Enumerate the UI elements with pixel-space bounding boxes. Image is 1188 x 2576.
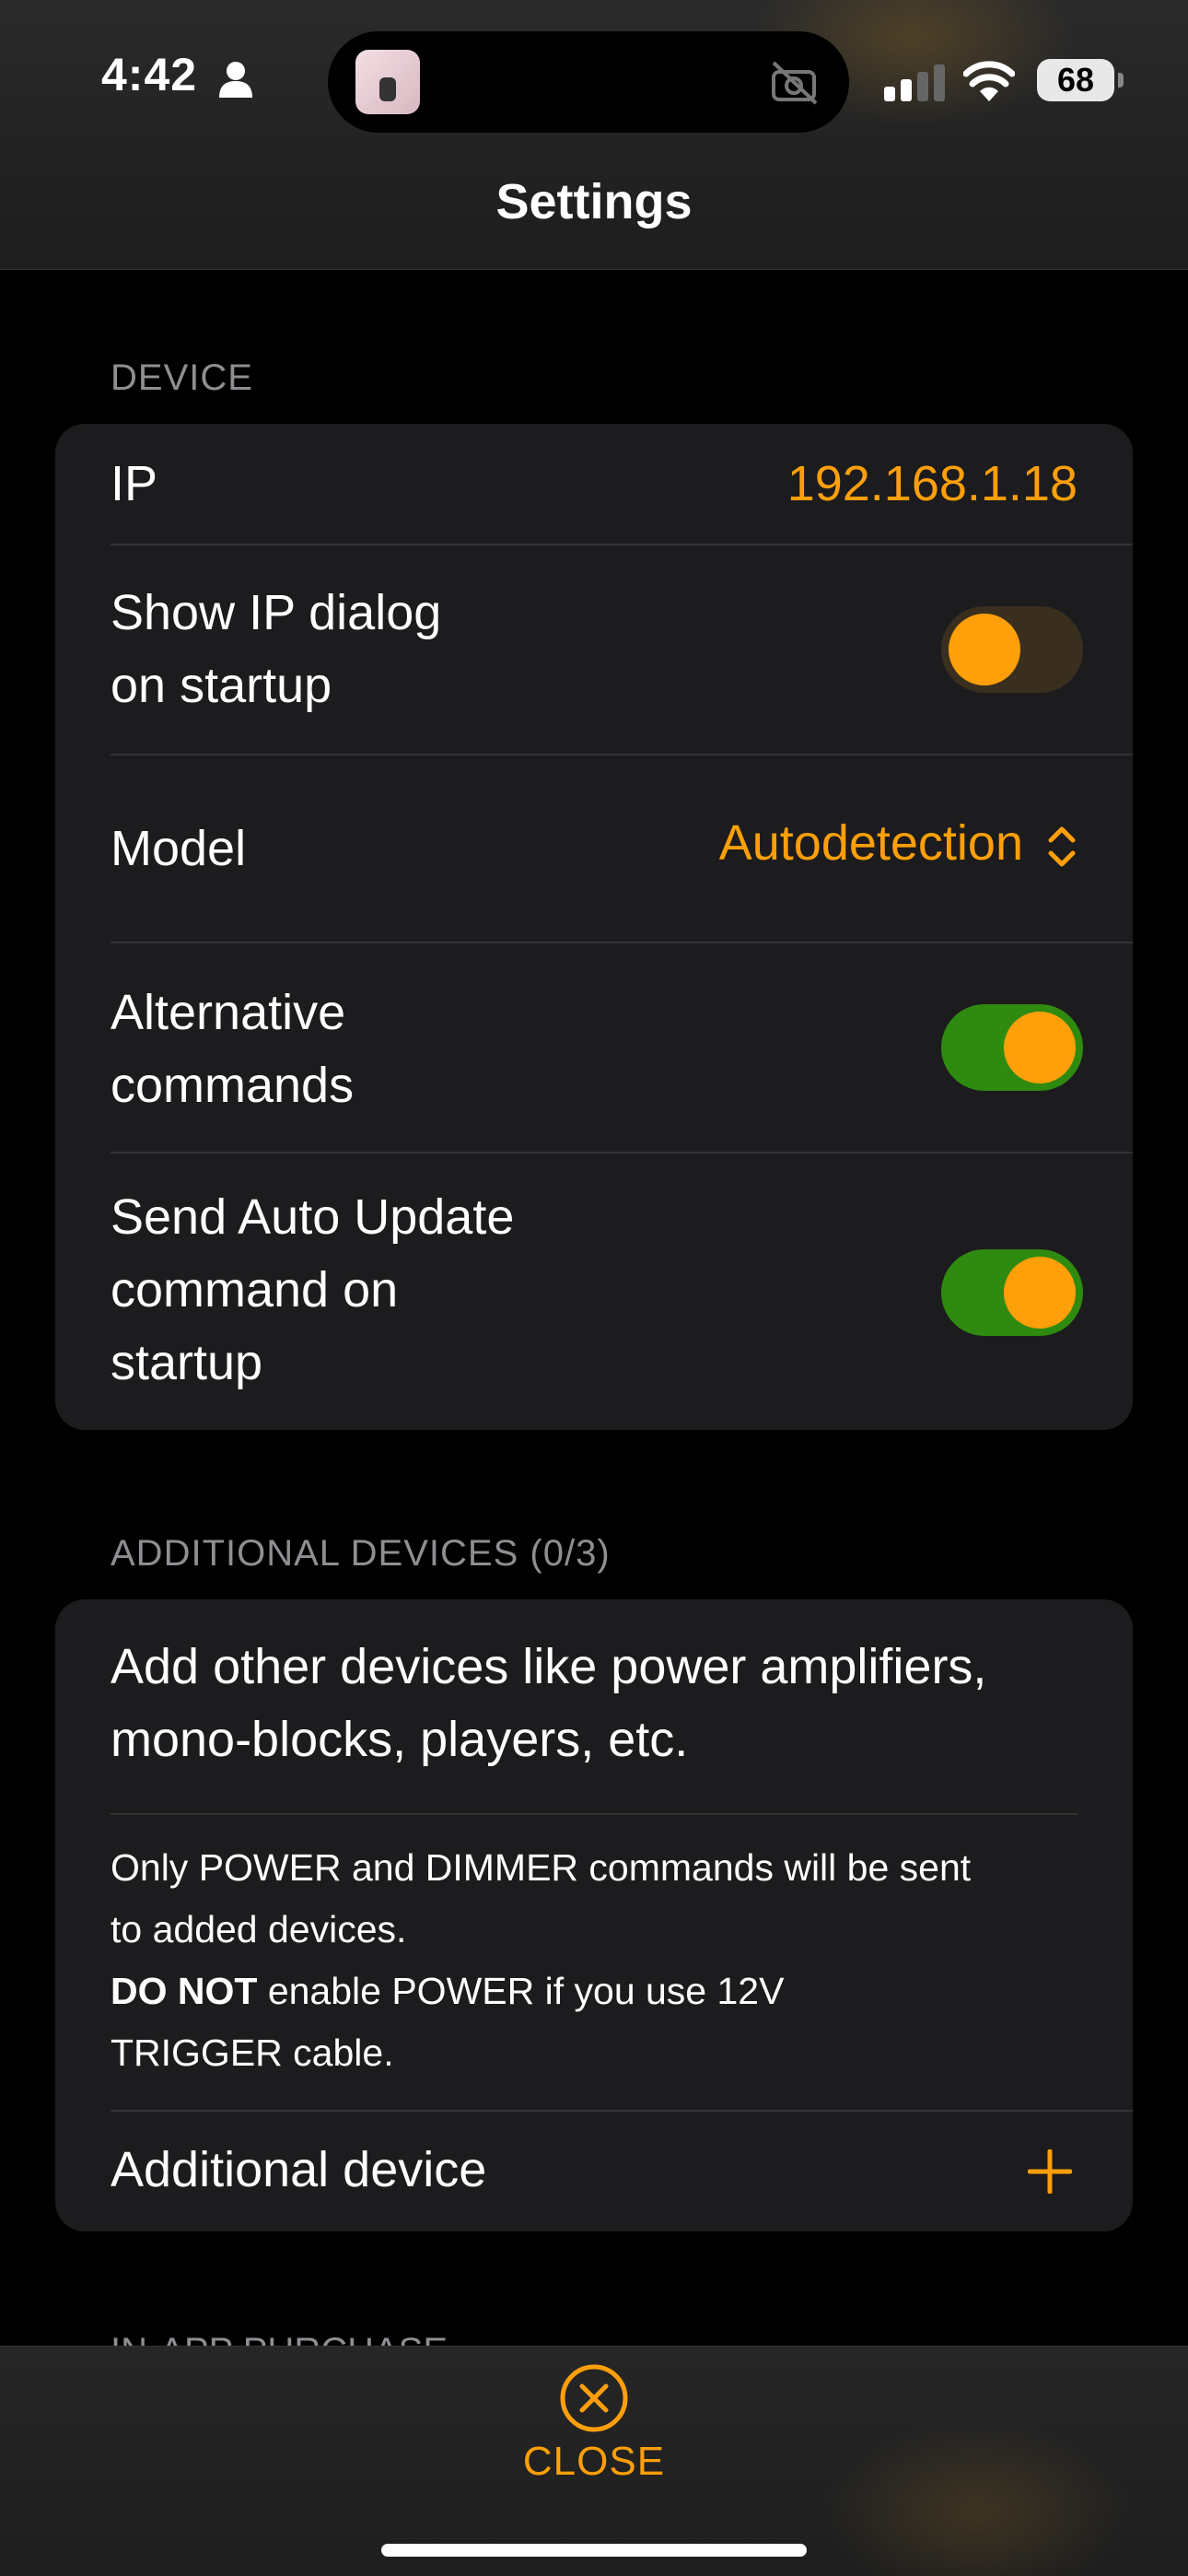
send-auto-update-label: Send Auto Update command on startup (111, 1181, 514, 1399)
additional-devices-card: Add other devices like power amplifiers,… (55, 1599, 1133, 2231)
alternative-commands-label-line1: Alternative (111, 985, 346, 1040)
additional-intro-line1: Add other devices like power amplifiers, (111, 1639, 987, 1694)
additional-device-label: Additional device (111, 2142, 487, 2197)
toggle-knob (1004, 1012, 1076, 1083)
additional-warning-line1: DO NOT enable POWER if you use 12V (111, 1961, 1087, 2022)
alternative-commands-toggle[interactable] (941, 1004, 1083, 1091)
alternative-commands-label-line2: commands (111, 1058, 355, 1113)
model-row[interactable]: Model Autodetection (55, 755, 1133, 943)
home-indicator[interactable] (381, 2544, 807, 2557)
additional-note-text: Only POWER and DIMMER commands will be s… (111, 1837, 1087, 2084)
device-card: IP 192.168.1.18 Show IP dialog on startu… (55, 424, 1133, 1430)
close-circle-icon[interactable] (559, 2363, 629, 2433)
additional-intro-row: Add other devices like power amplifiers,… (55, 1599, 1133, 1815)
show-ip-dialog-label-line2: on startup (111, 658, 332, 713)
toggle-knob (1004, 1257, 1076, 1329)
send-auto-update-toggle[interactable] (941, 1249, 1083, 1336)
wifi-icon (963, 61, 1015, 101)
show-ip-dialog-label: Show IP dialog on startup (111, 577, 441, 722)
additional-warning-line2: TRIGGER cable. (111, 2032, 394, 2074)
battery-indicator: 68 (1037, 59, 1124, 101)
additional-note-line2: to added devices. (111, 1908, 407, 1950)
close-button[interactable]: CLOSE (0, 2439, 1188, 2485)
additional-note-line1: Only POWER and DIMMER commands will be s… (111, 1846, 972, 1889)
send-auto-update-row: Send Auto Update command on startup (55, 1153, 1133, 1430)
now-playing-thumbnail[interactable] (355, 50, 420, 114)
warning-rest-text: enable POWER if you use 12V (257, 1970, 785, 2012)
page-title: Settings (495, 174, 693, 229)
model-label: Model (111, 821, 247, 876)
warning-bold-text: DO NOT (111, 1970, 258, 2012)
show-ip-dialog-row: Show IP dialog on startup (55, 545, 1133, 755)
ip-row[interactable]: IP 192.168.1.18 (55, 424, 1133, 545)
chevron-up-down-icon (1048, 826, 1076, 867)
status-time: 4:42 (101, 49, 198, 100)
cellular-signal-icon (884, 64, 945, 101)
show-ip-dialog-label-line1: Show IP dialog (111, 585, 442, 640)
send-auto-update-label-line2: command on (111, 1262, 399, 1317)
model-value: Autodetection (718, 815, 1023, 871)
camera-off-icon (772, 61, 818, 105)
additional-device-add-row[interactable]: Additional device (55, 2112, 1133, 2231)
show-ip-dialog-toggle[interactable] (941, 606, 1083, 693)
ip-label: IP (111, 456, 158, 511)
alternative-commands-row: Alternative commands (55, 943, 1133, 1153)
send-auto-update-label-line3: startup (111, 1335, 263, 1390)
model-picker[interactable]: Autodetection (719, 814, 1077, 872)
alternative-commands-label: Alternative commands (111, 977, 354, 1122)
bottom-bar: CLOSE (0, 2346, 1188, 2576)
section-header-device: DEVICE (111, 357, 253, 398)
additional-intro-text: Add other devices like power amplifiers,… (111, 1631, 1087, 1776)
section-header-in-app-purchase: IN-APP PURCHASE (111, 2331, 448, 2346)
toggle-knob (949, 614, 1020, 685)
person-icon (219, 62, 252, 98)
section-header-additional-devices: ADDITIONAL DEVICES (0/3) (111, 1533, 611, 1574)
additional-intro-line2: mono-blocks, players, etc. (111, 1712, 689, 1767)
send-auto-update-label-line1: Send Auto Update (111, 1189, 515, 1245)
ip-value[interactable]: 192.168.1.18 (787, 455, 1077, 512)
settings-screen: 4:42 68 Settings DEVICE IP 192.168.1.18 … (0, 0, 1188, 2576)
dynamic-island[interactable] (328, 31, 849, 133)
plus-icon[interactable] (1028, 2149, 1072, 2194)
top-bar: 4:42 68 Settings (0, 0, 1188, 270)
